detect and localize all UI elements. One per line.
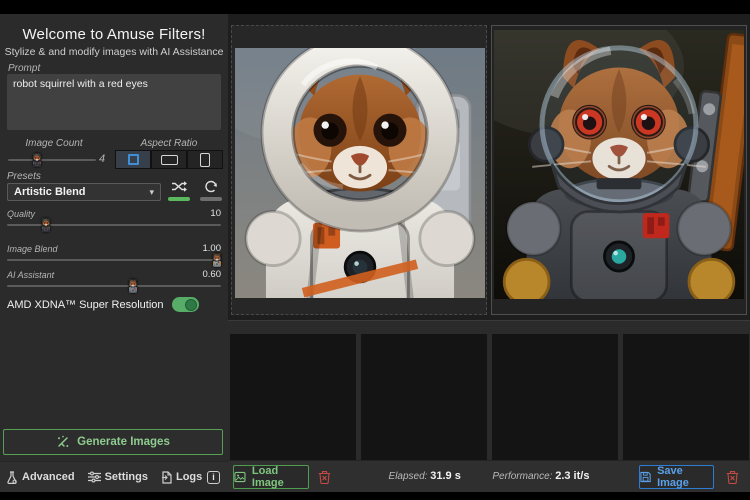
shuffle-icon	[172, 181, 187, 192]
welcome-title: Welcome to Amuse Filters!	[22, 26, 206, 43]
performance-label: Performance:	[492, 471, 553, 482]
slider-thumb[interactable]	[129, 279, 138, 293]
save-image-button[interactable]: Save Image	[639, 465, 714, 489]
super-resolution-toggle[interactable]	[171, 297, 199, 312]
generated-image[interactable]	[494, 30, 744, 299]
slider-thumb[interactable]	[212, 253, 221, 267]
magic-wand-icon	[58, 435, 69, 447]
main-area: Load Image Elapsed: 31.9 s Performance: …	[228, 14, 750, 492]
shuffle-toggle-button[interactable]	[166, 180, 192, 201]
thumbnail-2[interactable]	[361, 334, 487, 461]
aspect-portrait-button[interactable]	[187, 150, 223, 169]
shuffle-active-indicator	[168, 197, 190, 201]
toggle-knob	[184, 298, 197, 311]
aspect-ratio-label: Aspect Ratio	[140, 138, 198, 149]
clear-result-trash-button[interactable]	[722, 467, 742, 487]
elapsed-label: Elapsed:	[388, 471, 428, 482]
thumbnail-1[interactable]	[230, 334, 356, 461]
trash-icon	[726, 471, 738, 484]
slider-thumb[interactable]	[41, 218, 50, 232]
prompt-input[interactable]: robot squirrel with a red eyes	[7, 74, 221, 130]
refresh-inactive-indicator	[200, 197, 222, 201]
chevron-down-icon: ▾	[149, 186, 154, 197]
image-count-slider[interactable]	[8, 152, 96, 168]
presets-selected-value: Artistic Blend	[14, 186, 86, 198]
info-button[interactable]: i	[207, 471, 220, 484]
generate-images-button[interactable]: Generate Images	[3, 429, 223, 455]
quality-slider[interactable]	[7, 217, 221, 233]
aspect-square-button[interactable]	[115, 150, 151, 169]
slider-track	[7, 259, 221, 261]
refresh-icon	[205, 180, 217, 193]
image-blend-slider[interactable]	[7, 252, 221, 268]
result-image-panel	[491, 25, 747, 315]
logs-label: Logs	[175, 471, 203, 483]
thumbnail-strip	[228, 320, 750, 461]
portrait-icon	[200, 152, 210, 167]
image-count-label: Image Count	[25, 138, 83, 149]
thumbnail-3[interactable]	[492, 334, 618, 461]
thumbnail-4[interactable]	[623, 334, 749, 461]
performance-value: 2.3 it/s	[555, 470, 590, 482]
logs-button[interactable]: Logs	[161, 470, 203, 484]
sidebar: Welcome to Amuse Filters! Stylize & and …	[0, 14, 228, 492]
settings-label: Settings	[104, 471, 148, 483]
image-count-value: 4	[99, 153, 106, 165]
presets-label: Presets	[7, 171, 41, 182]
super-resolution-label: AMD XDNA™ Super Resolution	[7, 298, 164, 311]
prompt-label: Prompt	[8, 63, 41, 74]
aspect-landscape-button[interactable]	[151, 150, 187, 169]
app-window: Welcome to Amuse Filters! Stylize & and …	[0, 0, 750, 500]
settings-button[interactable]: Settings	[87, 471, 148, 483]
sidebar-footer: Advanced Settings Logs i	[0, 461, 228, 492]
welcome-subtitle: Stylize & and modify images with AI Assi…	[4, 46, 224, 58]
slider-thumb[interactable]	[33, 153, 42, 167]
generate-images-label: Generate Images	[77, 436, 170, 448]
ai-assistant-slider[interactable]	[7, 278, 221, 294]
elapsed-value: 31.9 s	[430, 470, 461, 482]
presets-select[interactable]: Artistic Blend ▾	[7, 183, 161, 201]
input-image[interactable]	[235, 48, 485, 298]
square-icon	[127, 154, 139, 165]
advanced-button[interactable]: Advanced	[6, 470, 75, 484]
slider-track	[7, 285, 221, 287]
slider-track	[8, 159, 96, 161]
bottom-toolbar: Load Image Elapsed: 31.9 s Performance: …	[228, 460, 750, 492]
advanced-label: Advanced	[22, 471, 75, 483]
tune-sliders-icon	[87, 471, 101, 483]
save-icon	[640, 471, 651, 483]
refresh-toggle-button[interactable]	[198, 180, 224, 201]
save-image-label: Save Image	[657, 465, 689, 489]
input-image-panel[interactable]	[231, 25, 487, 315]
slider-track	[7, 224, 221, 226]
aspect-ratio-group	[115, 150, 223, 169]
landscape-icon	[160, 154, 178, 165]
document-icon	[161, 470, 172, 484]
flask-icon	[7, 470, 17, 484]
